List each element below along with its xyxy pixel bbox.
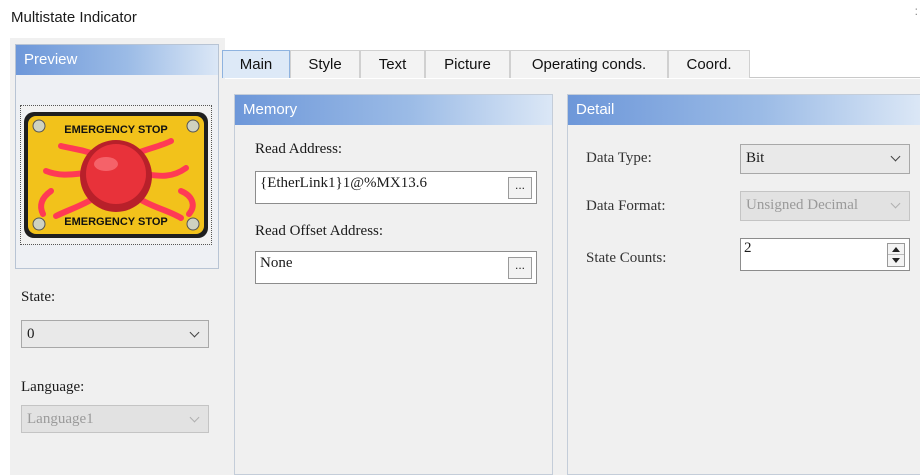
memory-group: Memory Read Address: {EtherLink1}1@%MX13… [234,94,553,475]
preview-frame: EMERGENCY STOP EMERGENCY STOP [20,105,212,245]
window-title: Multistate Indicator [11,9,137,26]
data-type-label: Data Type: [586,150,652,166]
read-address-value: {EtherLink1}1@%MX13.6 [260,175,427,191]
tab-bar: Main Style Text Picture Operating conds.… [222,50,920,78]
stop-button-highlight [94,157,118,171]
preview-group: Preview EMERGENCY STOP EMERGENCY STOP [15,44,219,269]
detail-group: Detail Data Type: Bit Data Format: Unsig… [567,94,920,475]
tab-coord[interactable]: Coord. [668,50,750,78]
screw-icon [186,119,200,133]
tab-picture[interactable]: Picture [425,50,510,78]
read-offset-browse-button[interactable]: ... [508,257,532,279]
sign-text-top: EMERGENCY STOP [64,124,168,136]
sign-text-bottom: EMERGENCY STOP [64,216,168,228]
data-type-value: Bit [746,150,765,166]
stop-button [86,144,146,204]
read-offset-field[interactable]: None ... [255,251,537,284]
chevron-down-icon [889,192,903,218]
chevron-down-icon [889,145,903,171]
main-tab-content: Memory Read Address: {EtherLink1}1@%MX13… [222,79,920,475]
state-label: State: [21,289,56,305]
language-select[interactable]: Language1 [21,405,209,433]
read-offset-value: None [260,255,293,271]
screw-icon [32,119,46,133]
state-counts-label: State Counts: [586,250,667,266]
data-format-label: Data Format: [586,198,666,214]
screw-icon [32,217,46,231]
spin-down-icon[interactable] [888,255,904,266]
data-format-select[interactable]: Unsigned Decimal [740,191,910,221]
window-corner-mark: : [914,4,918,18]
memory-header: Memory [235,95,552,125]
state-select[interactable]: 0 [21,320,209,348]
data-format-value: Unsigned Decimal [746,197,859,213]
read-address-field[interactable]: {EtherLink1}1@%MX13.6 ... [255,171,537,204]
left-panel: Preview EMERGENCY STOP EMERGENCY STOP St… [10,38,225,475]
read-offset-label: Read Offset Address: [255,223,384,239]
state-select-value: 0 [27,326,35,342]
state-counts-stepper[interactable] [887,243,905,267]
state-counts-spinbox[interactable]: 2 [740,238,910,271]
spin-up-icon[interactable] [888,244,904,255]
preview-header: Preview [16,45,218,75]
emergency-stop-image: EMERGENCY STOP EMERGENCY STOP [24,112,208,238]
screw-icon [186,217,200,231]
language-label: Language: [21,379,85,395]
chevron-down-icon [188,406,202,432]
read-address-label: Read Address: [255,141,343,157]
detail-header: Detail [568,95,920,125]
language-select-value: Language1 [27,411,94,427]
chevron-down-icon [188,321,202,347]
tab-main[interactable]: Main [222,50,290,78]
state-counts-value: 2 [744,240,752,256]
read-address-browse-button[interactable]: ... [508,177,532,199]
tab-text[interactable]: Text [360,50,425,78]
data-type-select[interactable]: Bit [740,144,910,174]
tab-operating-conds[interactable]: Operating conds. [510,50,668,78]
tab-style[interactable]: Style [290,50,360,78]
